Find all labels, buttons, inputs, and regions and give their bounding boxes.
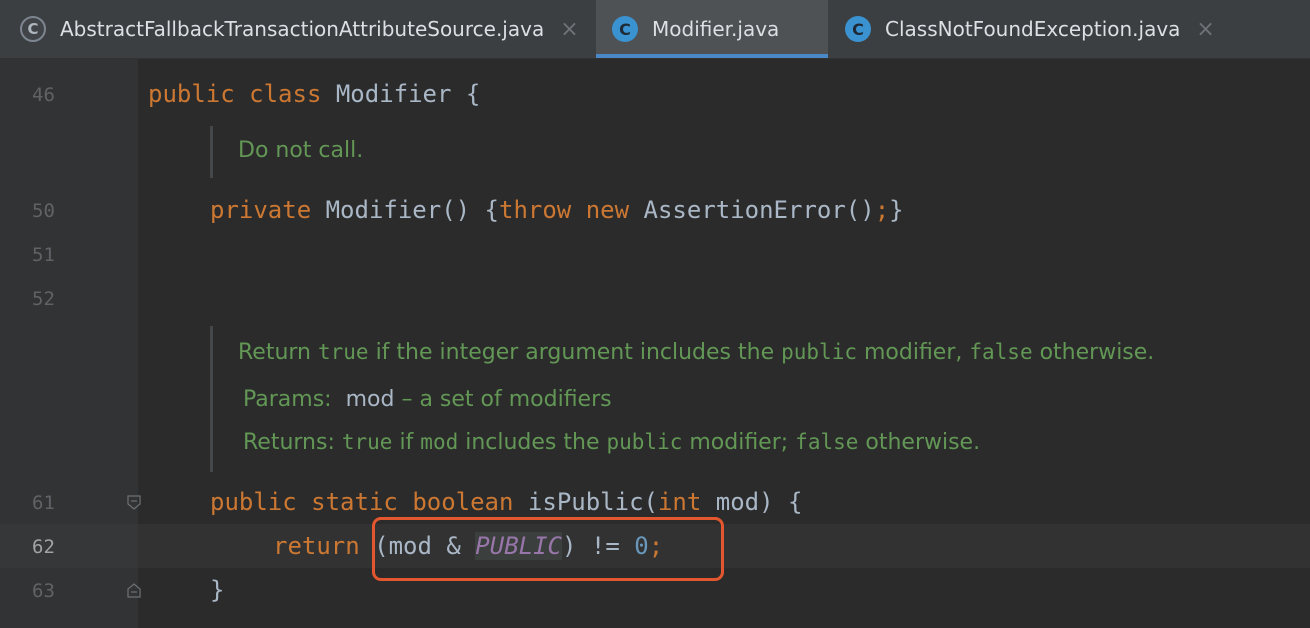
tab-label: ClassNotFoundException.java (885, 17, 1181, 41)
method-params: mod) { (701, 488, 803, 516)
class-file-icon: C (845, 16, 871, 42)
tab-label: Modifier.java (652, 17, 780, 41)
annotation-highlight-box (372, 517, 724, 581)
keyword: throw (499, 196, 572, 224)
brace: { (465, 80, 481, 108)
close-icon[interactable]: × (1196, 17, 1214, 42)
brace: } (889, 196, 904, 224)
rendered-doc-comment: Do not call. (238, 138, 364, 163)
keyword: boolean (412, 488, 514, 516)
keyword: new (585, 196, 630, 224)
keyword: public (210, 488, 297, 516)
semicolon: ; (874, 196, 890, 224)
keyword: class (249, 80, 322, 108)
line-number: 61 (32, 492, 55, 514)
active-tab-indicator (596, 54, 828, 58)
line-number: 51 (32, 244, 55, 266)
tab-modifier[interactable]: C Modifier.java (596, 0, 828, 58)
line-number: 52 (32, 288, 55, 310)
keyword: private (210, 196, 312, 224)
line-number-current: 62 (32, 536, 55, 558)
code-line-class-declaration[interactable]: public class Modifier { (148, 80, 480, 108)
keyword: static (311, 488, 398, 516)
constructor-signature: Modifier() { (325, 196, 499, 224)
tab-label: AbstractFallbackTransactionAttributeSour… (60, 17, 545, 41)
keyword: return (273, 532, 360, 560)
close-icon[interactable]: × (560, 17, 578, 42)
tab-abstract-fallback[interactable]: C AbstractFallbackTransactionAttributeSo… (20, 0, 594, 58)
code-line-constructor[interactable]: private Modifier() {throw new AssertionE… (210, 196, 904, 224)
class-file-icon: C (612, 16, 638, 42)
fold-end-icon[interactable] (127, 583, 141, 598)
keyword: public (148, 80, 235, 108)
rendered-doc-summary: Return true if the integer argument incl… (238, 340, 1155, 365)
exception-call: AssertionError() (643, 196, 875, 224)
rendered-doc-returns: Returns: true if mod includes the public… (243, 430, 981, 455)
line-number: 46 (32, 84, 55, 106)
doc-comment-bar (210, 326, 213, 472)
class-file-icon: C (20, 16, 46, 42)
line-number: 50 (32, 200, 55, 222)
doc-comment-bar (210, 126, 213, 178)
rendered-doc-params: Params: mod – a set of modifiers (243, 387, 612, 412)
tab-class-not-found[interactable]: C ClassNotFoundException.java × (845, 0, 1230, 58)
code-line-close-brace[interactable]: } (210, 576, 224, 604)
keyword: int (657, 488, 702, 516)
editor-tab-bar: C AbstractFallbackTransactionAttributeSo… (0, 0, 1310, 59)
line-number: 63 (32, 580, 55, 602)
class-name: Modifier (335, 80, 452, 108)
fold-start-icon[interactable] (127, 495, 141, 510)
code-line-method-signature[interactable]: public static boolean isPublic(int mod) … (210, 488, 802, 516)
method-name: isPublic( (527, 488, 658, 516)
